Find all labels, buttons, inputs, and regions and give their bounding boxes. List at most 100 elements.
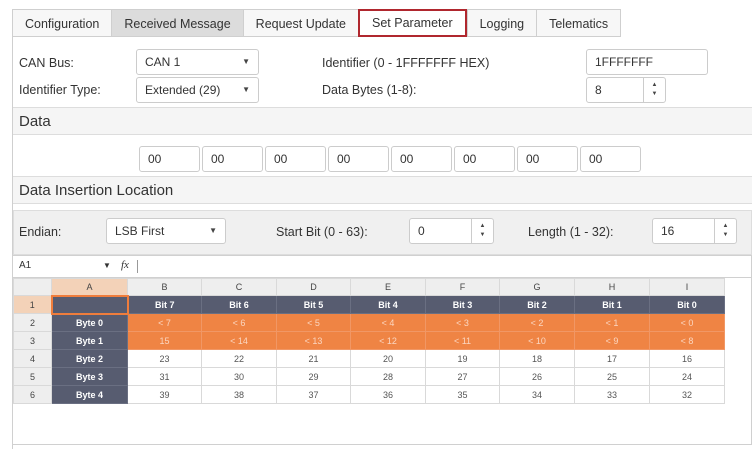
bit-cell[interactable]: < 2 — [499, 313, 575, 332]
column-header[interactable]: C — [201, 278, 277, 296]
bit-cell[interactable]: 34 — [499, 385, 575, 404]
column-header[interactable]: E — [350, 278, 426, 296]
bit-cell[interactable]: 17 — [574, 349, 650, 368]
column-header[interactable]: D — [276, 278, 351, 296]
bit-header-cell[interactable]: Bit 6 — [201, 295, 277, 314]
length-stepper[interactable]: 16 ▲ ▼ — [652, 218, 737, 244]
identifier-type-select[interactable]: Extended (29) ▼ — [136, 77, 259, 103]
bit-header-cell[interactable]: Bit 3 — [425, 295, 500, 314]
bit-grid: A B C D E F G H I 1 Bit 7 Bit 6 Bit 5 Bi… — [13, 278, 725, 404]
bit-cell[interactable]: < 0 — [649, 313, 725, 332]
bit-cell[interactable]: 38 — [201, 385, 277, 404]
bit-cell[interactable]: < 3 — [425, 313, 500, 332]
bit-cell[interactable]: 29 — [276, 367, 351, 386]
bit-cell[interactable]: < 9 — [574, 331, 650, 350]
bit-cell[interactable]: 15 — [127, 331, 202, 350]
tab-received-message[interactable]: Received Message — [111, 9, 243, 37]
tab-set-parameter[interactable]: Set Parameter — [358, 9, 467, 37]
bit-cell[interactable]: 18 — [499, 349, 575, 368]
identifier-input[interactable]: 1FFFFFFF — [586, 49, 708, 75]
bit-header-cell[interactable]: Bit 2 — [499, 295, 575, 314]
bit-cell[interactable]: 32 — [649, 385, 725, 404]
stepper-arrows-icon[interactable]: ▲ ▼ — [471, 219, 493, 243]
bit-cell[interactable]: 39 — [127, 385, 202, 404]
bit-cell[interactable]: < 14 — [201, 331, 277, 350]
bit-cell[interactable]: 20 — [350, 349, 426, 368]
identifier-label: Identifier (0 - 1FFFFFFF HEX) — [322, 56, 490, 70]
bit-cell[interactable]: 25 — [574, 367, 650, 386]
bit-header-cell[interactable]: Bit 1 — [574, 295, 650, 314]
bit-cell[interactable]: < 5 — [276, 313, 351, 332]
column-header[interactable]: F — [425, 278, 500, 296]
column-header[interactable]: B — [127, 278, 202, 296]
bit-cell[interactable]: 16 — [649, 349, 725, 368]
stepper-arrows-icon[interactable]: ▲ ▼ — [643, 78, 665, 102]
data-byte-6[interactable]: 00 — [517, 146, 578, 172]
bit-cell[interactable]: < 6 — [201, 313, 277, 332]
corner-cell[interactable] — [13, 278, 52, 296]
tab-logging[interactable]: Logging — [466, 9, 537, 37]
bit-cell[interactable]: 21 — [276, 349, 351, 368]
bit-cell[interactable]: 37 — [276, 385, 351, 404]
bit-cell[interactable]: < 10 — [499, 331, 575, 350]
bit-cell[interactable]: 33 — [574, 385, 650, 404]
bit-cell[interactable]: < 1 — [574, 313, 650, 332]
can-bus-select[interactable]: CAN 1 ▼ — [136, 49, 259, 75]
bit-cell[interactable]: 22 — [201, 349, 277, 368]
bit-cell[interactable]: < 7 — [127, 313, 202, 332]
byte-header-cell[interactable]: Byte 0 — [51, 313, 128, 332]
byte-header-cell[interactable]: Byte 4 — [51, 385, 128, 404]
data-byte-5[interactable]: 00 — [454, 146, 515, 172]
column-header[interactable]: G — [499, 278, 575, 296]
data-byte-0[interactable]: 00 — [139, 146, 200, 172]
row-header[interactable]: 4 — [13, 349, 52, 368]
bit-cell[interactable]: 28 — [350, 367, 426, 386]
bit-cell[interactable]: 30 — [201, 367, 277, 386]
bit-header-cell[interactable]: Bit 7 — [127, 295, 202, 314]
bit-cell[interactable]: 23 — [127, 349, 202, 368]
byte-header-cell[interactable]: Byte 3 — [51, 367, 128, 386]
bit-cell[interactable]: 26 — [499, 367, 575, 386]
bit-cell[interactable]: < 4 — [350, 313, 426, 332]
column-header[interactable]: H — [574, 278, 650, 296]
bit-cell[interactable]: < 8 — [649, 331, 725, 350]
tab-telematics[interactable]: Telematics — [536, 9, 622, 37]
formula-cursor — [137, 260, 138, 273]
row-header[interactable]: 1 — [13, 295, 52, 314]
bit-cell[interactable]: 24 — [649, 367, 725, 386]
bit-header-cell[interactable]: Bit 0 — [649, 295, 725, 314]
tab-request-update[interactable]: Request Update — [242, 9, 359, 37]
bit-cell[interactable]: 36 — [350, 385, 426, 404]
bit-cell[interactable]: 31 — [127, 367, 202, 386]
bit-cell[interactable]: < 13 — [276, 331, 351, 350]
bit-header-cell[interactable]: Bit 4 — [350, 295, 426, 314]
bit-cell[interactable]: 19 — [425, 349, 500, 368]
data-bytes-stepper[interactable]: 8 ▲ ▼ — [586, 77, 666, 103]
data-byte-1[interactable]: 00 — [202, 146, 263, 172]
byte-header-cell[interactable]: Byte 2 — [51, 349, 128, 368]
bit-cell[interactable]: < 12 — [350, 331, 426, 350]
chevron-down-icon[interactable]: ▼ — [103, 261, 111, 270]
byte-header-cell[interactable]: Byte 1 — [51, 331, 128, 350]
bit-cell[interactable]: < 11 — [425, 331, 500, 350]
row-header[interactable]: 2 — [13, 313, 52, 332]
start-bit-stepper[interactable]: 0 ▲ ▼ — [409, 218, 494, 244]
row-header[interactable]: 5 — [13, 367, 52, 386]
bit-header-cell[interactable]: Bit 5 — [276, 295, 351, 314]
row-header[interactable]: 3 — [13, 331, 52, 350]
insertion-section-header: Data Insertion Location — [13, 176, 752, 204]
data-byte-4[interactable]: 00 — [391, 146, 452, 172]
stepper-arrows-icon[interactable]: ▲ ▼ — [714, 219, 736, 243]
data-byte-3[interactable]: 00 — [328, 146, 389, 172]
column-header[interactable]: I — [649, 278, 725, 296]
data-byte-7[interactable]: 00 — [580, 146, 641, 172]
cell-reference[interactable]: A1 — [19, 260, 31, 271]
bit-cell[interactable]: 27 — [425, 367, 500, 386]
bit-cell[interactable]: 35 — [425, 385, 500, 404]
row-header[interactable]: 6 — [13, 385, 52, 404]
selected-cell[interactable] — [50, 294, 129, 315]
tab-configuration[interactable]: Configuration — [12, 9, 112, 37]
endian-select[interactable]: LSB First ▼ — [106, 218, 226, 244]
column-header[interactable]: A — [51, 278, 128, 296]
data-byte-2[interactable]: 00 — [265, 146, 326, 172]
